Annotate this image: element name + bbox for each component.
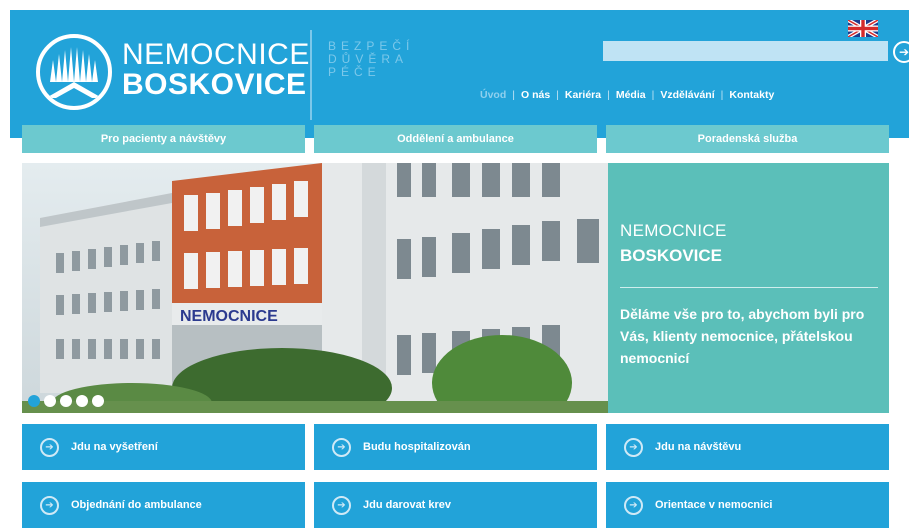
brand-name-line2: BOSKOVICE: [122, 68, 307, 101]
action-label: Jdu na návštěvu: [655, 441, 742, 453]
action-label: Jdu na vyšetření: [71, 441, 158, 453]
brand-name-line1: NEMOCNICE: [122, 38, 310, 71]
action-jdu-na-vysetreni[interactable]: ➔ Jdu na vyšetření: [22, 424, 305, 470]
hero-info-panel: NEMOCNICE BOSKOVICE Děláme vše pro to, a…: [608, 163, 889, 413]
hospital-building-photo: NEMOCNICE: [22, 163, 608, 413]
action-jdu-na-navstevu[interactable]: ➔ Jdu na návštěvu: [606, 424, 889, 470]
action-orientace-v-nemocnici[interactable]: ➔ Orientace v nemocnici: [606, 482, 889, 528]
slider-dots: [28, 395, 104, 407]
nav-link-uvod[interactable]: Úvod: [474, 89, 512, 101]
arrow-right-circle-icon: ➔: [898, 45, 910, 59]
main-tabs: Pro pacienty a návštěvy Oddělení a ambul…: [22, 125, 889, 153]
search-input[interactable]: [603, 41, 888, 61]
action-budu-hospitalizovan[interactable]: ➔ Budu hospitalizován: [314, 424, 597, 470]
motto-line: PÉČE: [328, 65, 381, 79]
arrow-right-circle-icon: ➔: [624, 495, 643, 515]
slider-dot-3[interactable]: [60, 395, 72, 407]
slider-dot-2[interactable]: [44, 395, 56, 407]
action-label: Jdu darovat krev: [363, 499, 452, 511]
tab-poradenska-sluzba[interactable]: Poradenská služba: [606, 125, 889, 153]
slider-dot-4[interactable]: [76, 395, 88, 407]
nav-link-o-nas[interactable]: O nás: [515, 89, 556, 101]
nav-link-media[interactable]: Média: [610, 89, 652, 101]
search-submit-button[interactable]: ➔: [893, 41, 915, 63]
top-navigation: Úvod | O nás | Kariéra | Média | Vzděláv…: [474, 89, 780, 101]
panel-divider: [620, 287, 878, 288]
arrow-right-circle-icon: ➔: [40, 495, 59, 515]
site-header: NEMOCNICE BOSKOVICE BEZPEČÍ DŮVĚRA PÉČE …: [10, 10, 915, 138]
tab-pro-pacienty[interactable]: Pro pacienty a návštěvy: [22, 125, 305, 153]
panel-title-line1: NEMOCNICE: [620, 221, 727, 240]
arrow-right-circle-icon: ➔: [332, 495, 351, 515]
slider-dot-5[interactable]: [92, 395, 104, 407]
header-divider: [310, 30, 312, 120]
slider-dot-1[interactable]: [28, 395, 40, 407]
action-jdu-darovat-krev[interactable]: ➔ Jdu darovat krev: [314, 482, 597, 528]
hospital-logo-icon[interactable]: [36, 34, 112, 110]
panel-title-line2: BOSKOVICE: [620, 246, 723, 265]
action-objednani-do-ambulance[interactable]: ➔ Objednání do ambulance: [22, 482, 305, 528]
arrow-right-circle-icon: ➔: [40, 437, 59, 457]
tab-oddeleni[interactable]: Oddělení a ambulance: [314, 125, 597, 153]
building-sign: NEMOCNICE: [180, 308, 278, 325]
action-label: Objednání do ambulance: [71, 499, 202, 511]
nav-link-kariera[interactable]: Kariéra: [559, 89, 607, 101]
panel-tagline: Děláme vše pro to, abychom byli pro Vás,…: [620, 306, 865, 366]
arrow-right-circle-icon: ➔: [332, 437, 351, 457]
nav-link-vzdelavani[interactable]: Vzdělávání: [654, 89, 720, 101]
action-label: Orientace v nemocnici: [655, 499, 773, 511]
nav-link-kontakty[interactable]: Kontakty: [723, 89, 780, 101]
action-label: Budu hospitalizován: [363, 441, 471, 453]
hero-slider: NEMOCNICE NEMOCNICE BOSKOVICE Děláme vše…: [22, 163, 889, 413]
arrow-right-circle-icon: ➔: [624, 437, 643, 457]
uk-flag-icon[interactable]: [848, 20, 878, 37]
